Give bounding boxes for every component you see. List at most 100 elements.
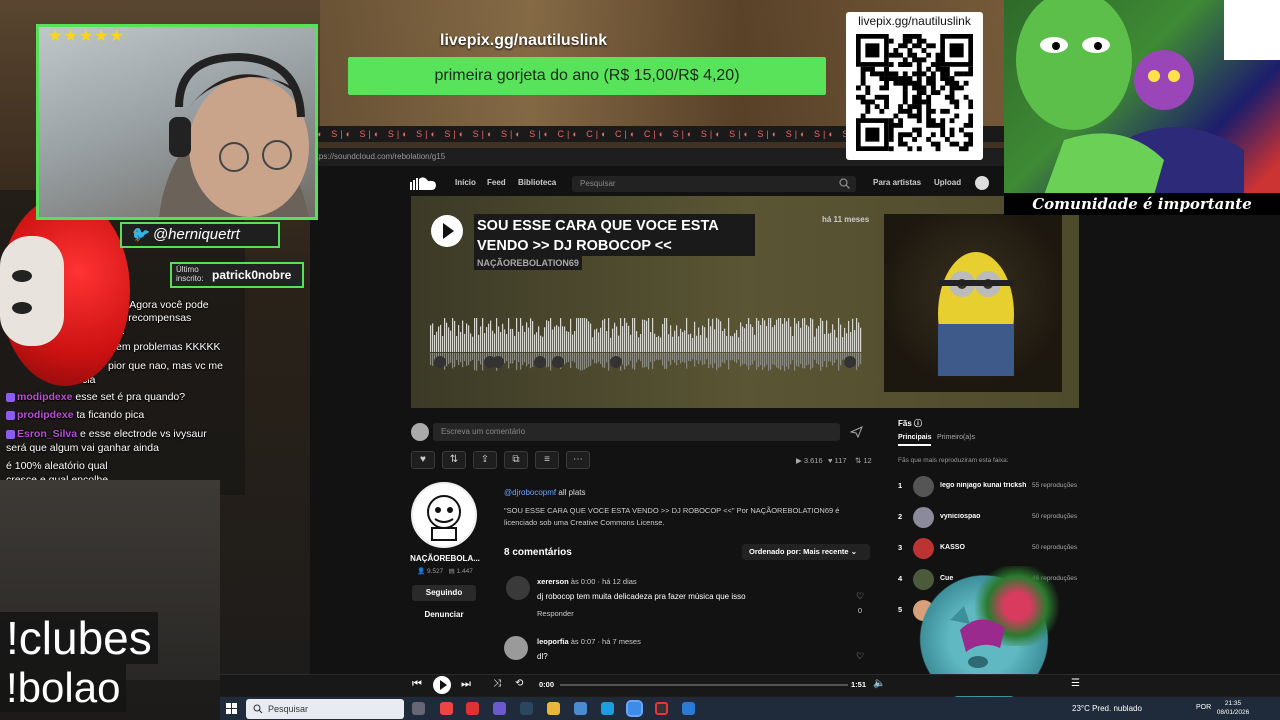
add-to-playlist-button[interactable]: ≡ (535, 451, 559, 469)
waveform-reflection (518, 353, 520, 363)
info-icon[interactable]: ⓘ (914, 419, 922, 428)
comment-like-icon[interactable]: ♡ (854, 651, 866, 662)
fan-name[interactable]: vyniciospao (940, 513, 1026, 520)
waveform-bar (694, 321, 696, 352)
tab-first-fans[interactable]: Primeiro(a)s (937, 434, 975, 441)
comment-marker-avatar[interactable] (534, 356, 546, 368)
track-artist[interactable]: NAÇÃOREBOLATION69 (474, 256, 582, 270)
qr-finder (865, 43, 880, 58)
comment-marker-avatar[interactable] (492, 356, 504, 368)
fan-name[interactable]: KASSO (940, 544, 1026, 551)
comment-marker-avatar[interactable] (434, 356, 446, 368)
weather-widget[interactable]: 23°C Pred. nublado (1072, 704, 1142, 713)
obs-icon[interactable] (655, 702, 668, 715)
fan-avatar[interactable] (913, 538, 934, 559)
comment-timestamp[interactable]: às 0:00 (571, 577, 596, 586)
comment-user[interactable]: xererson (537, 577, 569, 586)
fan-avatar[interactable] (913, 507, 934, 528)
comment-marker-avatar[interactable] (610, 356, 622, 368)
send-icon[interactable] (850, 426, 863, 438)
fan-name[interactable]: lego ninjago kunai trickshot (940, 482, 1026, 489)
comment-marker-avatar[interactable] (844, 356, 856, 368)
profile-avatar[interactable] (975, 176, 989, 190)
next-track-icon[interactable]: ⏭ (461, 678, 471, 691)
fan-avatar[interactable] (913, 476, 934, 497)
qr-module (902, 108, 908, 114)
tab-top-fans[interactable]: Principais (898, 434, 932, 446)
nav-for-artists[interactable]: Para artistas (873, 178, 921, 187)
like-button[interactable]: ♥ (411, 451, 435, 469)
telegram-icon[interactable] (601, 702, 614, 715)
chrome-icon[interactable] (440, 702, 453, 715)
qr-module (930, 76, 936, 81)
file-explorer-icon[interactable] (547, 702, 560, 715)
repeat-icon[interactable]: ⟲ (515, 678, 523, 689)
previous-track-icon[interactable]: ⏮ (412, 678, 422, 691)
chat-username[interactable]: prodipdexe (17, 409, 74, 421)
windows-start-icon[interactable] (226, 703, 237, 714)
qr-module (898, 136, 903, 142)
waveform-bar (700, 335, 702, 352)
comment-timestamp[interactable]: às 0:07 (571, 637, 596, 646)
reply-button[interactable]: Responder (537, 609, 574, 618)
comment-marker-avatar[interactable] (552, 356, 564, 368)
sort-dropdown[interactable]: Ordenado por: Mais recente ⌄ (742, 544, 870, 560)
chat-text: em problemas KKKKK (116, 341, 221, 353)
shuffle-icon[interactable]: ⤨ (493, 678, 501, 689)
chat-username[interactable]: Esron_Silva (17, 428, 77, 440)
comment-input[interactable]: Escreva um comentário (433, 423, 840, 441)
queue-icon[interactable]: ☰ (1071, 678, 1080, 689)
waveform-reflection (736, 353, 738, 363)
comment-avatar[interactable] (504, 636, 528, 660)
notepad-icon[interactable] (574, 702, 587, 715)
waveform-bar (730, 335, 732, 352)
search-input[interactable]: Pesquisar (572, 176, 856, 192)
waveform-reflection (584, 353, 586, 370)
edge-icon[interactable] (682, 702, 695, 715)
chat-badge-icon (6, 392, 15, 402)
waveform-reflection (460, 353, 462, 363)
nav-feed[interactable]: Feed (487, 178, 506, 187)
discord-icon[interactable] (493, 702, 506, 715)
qr-module (879, 108, 885, 114)
opera-icon[interactable] (466, 702, 479, 715)
more-button[interactable]: ⋯ (566, 451, 590, 469)
waveform-bar (432, 323, 434, 352)
waveform-bar (822, 320, 824, 352)
steam-icon[interactable] (520, 702, 533, 715)
taskbar-search[interactable]: Pesquisar (246, 699, 404, 719)
artist-mention-link[interactable]: @djrobocopmf (504, 488, 556, 497)
repost-button[interactable]: ⇅ (442, 451, 466, 469)
browser-active-icon[interactable] (626, 700, 643, 717)
nav-library[interactable]: Biblioteca (518, 178, 556, 187)
qr-module (912, 136, 918, 142)
volume-icon[interactable]: 🔈 (873, 678, 885, 689)
waveform-reflection (818, 353, 820, 365)
share-button[interactable]: ⇪ (473, 451, 497, 469)
comment-avatar[interactable] (506, 576, 530, 600)
clock[interactable]: 21:35 08/01/2026 (1216, 699, 1250, 717)
task-view-icon[interactable] (412, 702, 425, 715)
qr-module (958, 71, 964, 77)
nav-home[interactable]: Início (455, 178, 476, 187)
qr-module (912, 85, 918, 91)
progress-bar[interactable] (560, 684, 848, 686)
uploader-avatar[interactable] (411, 482, 477, 548)
uploader-name[interactable]: NAÇÃOREBOLA... (406, 554, 484, 563)
report-button[interactable]: Denunciar (412, 610, 476, 619)
nav-upload[interactable]: Upload (934, 178, 961, 187)
soundcloud-logo-icon[interactable] (410, 176, 438, 190)
comment-user[interactable]: leoporfia (537, 637, 569, 646)
following-button[interactable]: Seguindo (412, 585, 476, 601)
chat-username[interactable]: modipdexe (17, 391, 72, 403)
qr-module (907, 34, 913, 39)
waveform-bar (532, 321, 534, 352)
copy-link-button[interactable]: ⧉ (504, 451, 528, 469)
comment-like-icon[interactable]: ♡ (854, 591, 866, 602)
waveform[interactable] (430, 318, 862, 372)
search-icon[interactable] (839, 178, 850, 189)
language-indicator[interactable]: POR (1196, 704, 1211, 711)
qr-module (926, 80, 932, 86)
qr-module (916, 80, 922, 86)
qr-module (926, 113, 932, 119)
